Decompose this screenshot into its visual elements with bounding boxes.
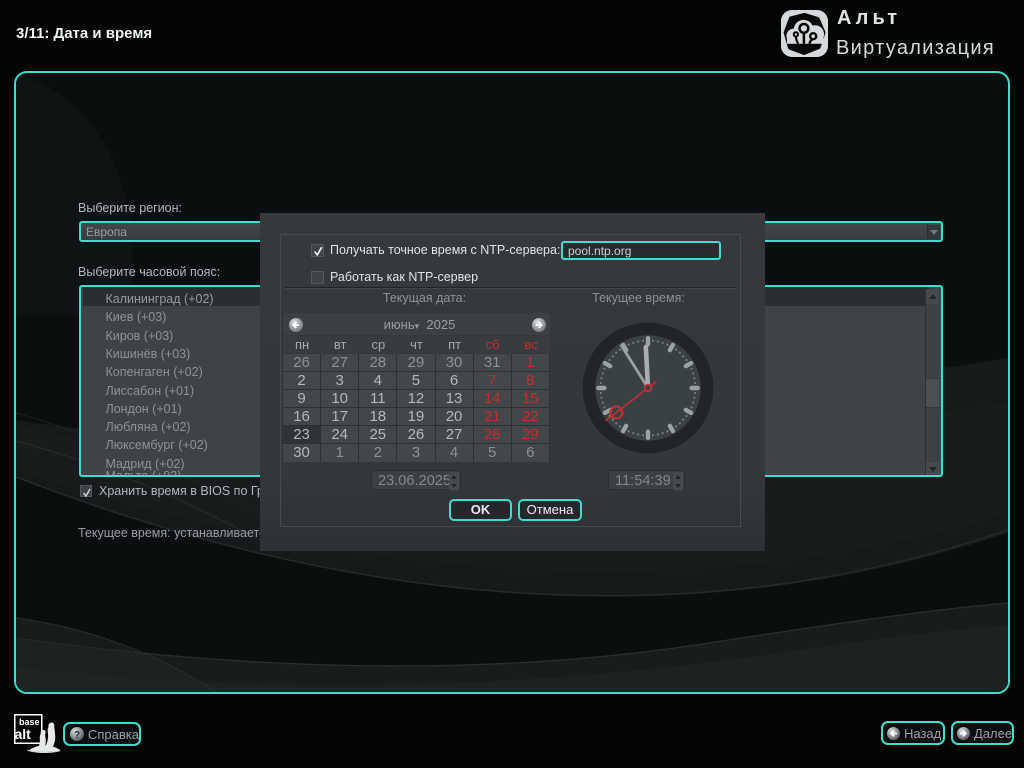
svg-text:?: ?	[74, 730, 80, 741]
svg-text:alt: alt	[15, 726, 32, 742]
